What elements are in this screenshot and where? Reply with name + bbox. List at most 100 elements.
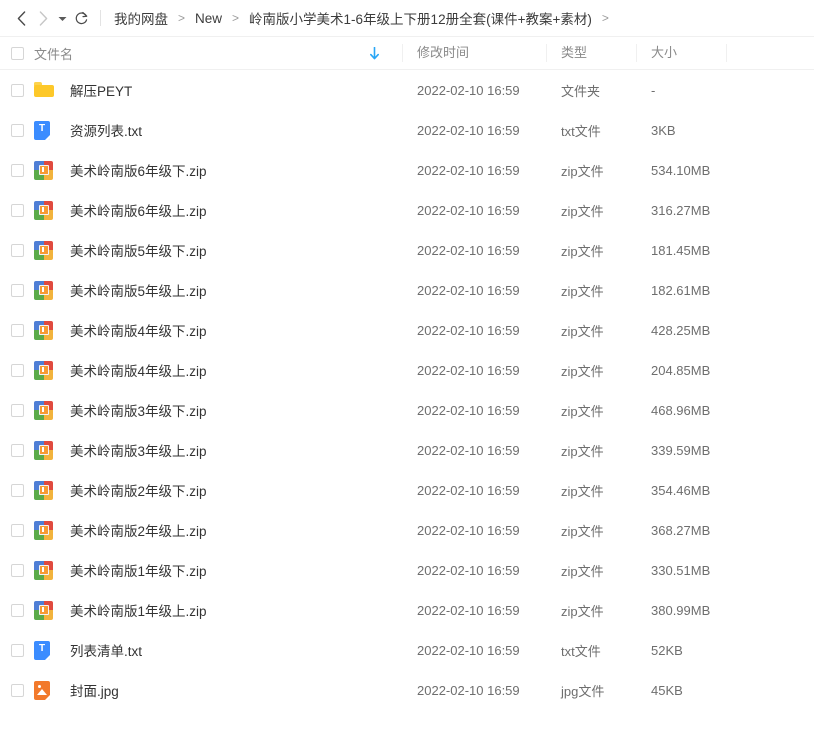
row-checkbox[interactable]: [10, 563, 24, 577]
file-name[interactable]: 封面.jpg: [60, 680, 403, 700]
file-row[interactable]: 美术岭南版1年级上.zip 2022-02-10 16:59 zip文件 380.99…: [0, 590, 814, 630]
row-checkbox[interactable]: [10, 283, 24, 297]
file-row[interactable]: 美术岭南版3年级下.zip 2022-02-10 16:59 zip文件 468.96…: [0, 390, 814, 430]
row-checkbox[interactable]: [10, 403, 24, 417]
row-checkbox[interactable]: [10, 603, 24, 617]
file-row[interactable]: 美术岭南版5年级下.zip 2022-02-10 16:59 zip文件 181.45…: [0, 230, 814, 270]
file-row[interactable]: 解压PEYT 2022-02-10 16:59 文件夹 -: [0, 70, 814, 110]
breadcrumb-item-current[interactable]: 岭南版小学美术1-6年级上下册12册全套(课件+教案+素材): [248, 8, 593, 28]
row-select-cell: [0, 643, 34, 657]
row-select-cell: [0, 83, 34, 97]
file-icon-cell: [34, 560, 60, 580]
zip-file-icon: [34, 320, 53, 340]
row-checkbox[interactable]: [10, 483, 24, 497]
file-row[interactable]: 美术岭南版1年级下.zip 2022-02-10 16:59 zip文件 330.51…: [0, 550, 814, 590]
file-size: 45KB: [651, 682, 683, 698]
zip-file-icon: [34, 400, 53, 420]
column-header-type[interactable]: 类型: [546, 44, 636, 62]
row-checkbox[interactable]: [10, 443, 24, 457]
forward-button[interactable]: [32, 6, 54, 30]
row-checkbox[interactable]: [10, 203, 24, 217]
file-type: zip文件: [561, 603, 604, 619]
column-header-name-label: 文件名: [34, 46, 74, 62]
file-size: 339.59MB: [651, 442, 711, 458]
breadcrumb-item-root[interactable]: 我的网盘: [113, 8, 169, 28]
file-row[interactable]: 美术岭南版2年级上.zip 2022-02-10 16:59 zip文件 368.27…: [0, 510, 814, 550]
row-checkbox[interactable]: [10, 643, 24, 657]
row-select-cell: [0, 523, 34, 537]
file-size: 468.96MB: [651, 402, 711, 418]
back-button[interactable]: [10, 6, 32, 30]
breadcrumb-item-new[interactable]: New: [194, 11, 223, 26]
file-type: zip文件: [561, 243, 604, 259]
file-row[interactable]: 美术岭南版5年级上.zip 2022-02-10 16:59 zip文件 182.61…: [0, 270, 814, 310]
jpg-file-icon: [34, 680, 50, 700]
file-name[interactable]: 美术岭南版6年级下.zip: [60, 160, 403, 180]
history-dropdown-button[interactable]: [54, 6, 70, 30]
file-icon-cell: [34, 400, 60, 420]
file-name[interactable]: 美术岭南版5年级下.zip: [60, 240, 403, 260]
row-checkbox[interactable]: [10, 243, 24, 257]
row-checkbox[interactable]: [10, 363, 24, 377]
file-icon-cell: [34, 360, 60, 380]
zip-file-icon: [34, 200, 53, 220]
file-modified: 2022-02-10 16:59: [417, 602, 520, 618]
column-header-modified[interactable]: 修改时间: [402, 44, 546, 62]
file-name[interactable]: 美术岭南版6年级上.zip: [60, 200, 403, 220]
file-type: zip文件: [561, 323, 604, 339]
file-name[interactable]: 美术岭南版3年级上.zip: [60, 440, 403, 460]
row-select-cell: [0, 563, 34, 577]
row-checkbox[interactable]: [10, 83, 24, 97]
zip-file-icon: [34, 440, 53, 460]
file-name[interactable]: 美术岭南版4年级下.zip: [60, 320, 403, 340]
file-name[interactable]: 解压PEYT: [60, 80, 403, 100]
sort-descending-arrow-icon[interactable]: [369, 46, 380, 60]
file-name[interactable]: 美术岭南版4年级上.zip: [60, 360, 403, 380]
file-size: 316.27MB: [651, 202, 711, 218]
column-header-size[interactable]: 大小: [636, 44, 726, 62]
file-name[interactable]: 资源列表.txt: [60, 120, 403, 140]
file-row[interactable]: 美术岭南版6年级下.zip 2022-02-10 16:59 zip文件 534.10…: [0, 150, 814, 190]
row-checkbox[interactable]: [10, 123, 24, 137]
file-type: txt文件: [561, 643, 601, 659]
file-modified: 2022-02-10 16:59: [417, 322, 520, 338]
file-row[interactable]: 美术岭南版4年级上.zip 2022-02-10 16:59 zip文件 204.85…: [0, 350, 814, 390]
select-all-cell: [0, 46, 34, 60]
file-name[interactable]: 美术岭南版2年级上.zip: [60, 520, 403, 540]
file-name[interactable]: 美术岭南版1年级下.zip: [60, 560, 403, 580]
file-row[interactable]: 美术岭南版6年级上.zip 2022-02-10 16:59 zip文件 316.27…: [0, 190, 814, 230]
file-icon-cell: [34, 680, 60, 700]
file-size: 181.45MB: [651, 242, 711, 258]
file-type: zip文件: [561, 163, 604, 179]
select-all-checkbox[interactable]: [10, 46, 24, 60]
file-row[interactable]: 美术岭南版4年级下.zip 2022-02-10 16:59 zip文件 428.25…: [0, 310, 814, 350]
file-modified: 2022-02-10 16:59: [417, 362, 520, 378]
file-name[interactable]: 美术岭南版1年级上.zip: [60, 600, 403, 620]
row-checkbox[interactable]: [10, 683, 24, 697]
file-name[interactable]: 美术岭南版5年级上.zip: [60, 280, 403, 300]
refresh-button[interactable]: [70, 6, 92, 30]
file-row[interactable]: 美术岭南版3年级上.zip 2022-02-10 16:59 zip文件 339.59…: [0, 430, 814, 470]
row-select-cell: [0, 603, 34, 617]
file-row[interactable]: 美术岭南版2年级下.zip 2022-02-10 16:59 zip文件 354.46…: [0, 470, 814, 510]
row-checkbox[interactable]: [10, 523, 24, 537]
row-select-cell: [0, 483, 34, 497]
row-checkbox[interactable]: [10, 163, 24, 177]
file-row[interactable]: T 列表清单.txt 2022-02-10 16:59 txt文件 52KB: [0, 630, 814, 670]
row-checkbox[interactable]: [10, 323, 24, 337]
file-name[interactable]: 列表清单.txt: [60, 640, 403, 660]
file-name[interactable]: 美术岭南版3年级下.zip: [60, 400, 403, 420]
file-row[interactable]: 封面.jpg 2022-02-10 16:59 jpg文件 45KB: [0, 670, 814, 710]
file-modified: 2022-02-10 16:59: [417, 242, 520, 258]
file-modified: 2022-02-10 16:59: [417, 682, 520, 698]
file-row[interactable]: T 资源列表.txt 2022-02-10 16:59 txt文件 3KB: [0, 110, 814, 150]
file-size: 204.85MB: [651, 362, 711, 378]
breadcrumb-expand-separator[interactable]: >: [602, 11, 609, 25]
file-name[interactable]: 美术岭南版2年级下.zip: [60, 480, 403, 500]
zip-file-icon: [34, 560, 53, 580]
file-size: -: [651, 82, 656, 98]
file-size: 380.99MB: [651, 602, 711, 618]
file-list-header: 文件名 修改时间 类型 大小: [0, 36, 814, 70]
column-header-name[interactable]: 文件名: [34, 44, 402, 63]
file-type: zip文件: [561, 483, 604, 499]
